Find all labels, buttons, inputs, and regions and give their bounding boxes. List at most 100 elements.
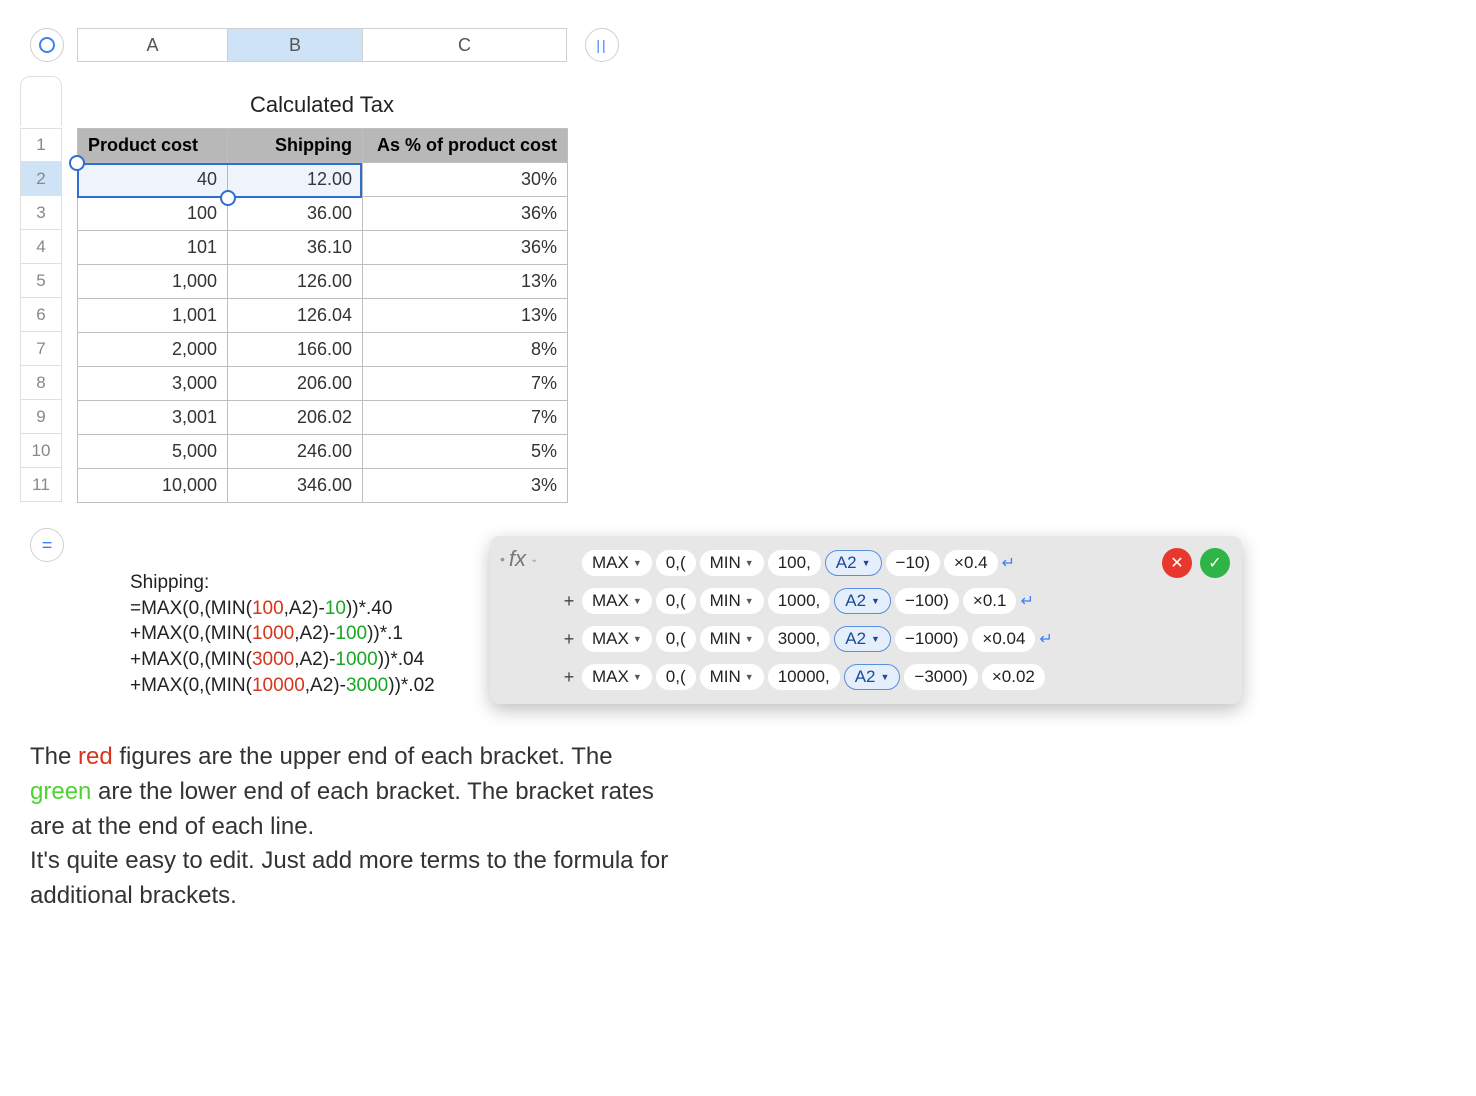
cell-a9[interactable]: 3,001	[78, 401, 228, 435]
cell-c8[interactable]: 7%	[363, 367, 568, 401]
cell-b8[interactable]: 206.00	[228, 367, 363, 401]
formula-editor-panel[interactable]: • fx ⌄ MAX▼ 0,( MIN▼ 100, A2▼ −10) ×0.4 …	[490, 536, 1242, 704]
row-header-2[interactable]: 2	[20, 162, 62, 196]
cell-c10[interactable]: 5%	[363, 435, 568, 469]
formula-cancel-button[interactable]: ✕	[1162, 548, 1192, 578]
dropdown-icon: ▼	[862, 558, 871, 568]
row-header-10[interactable]: 10	[20, 434, 62, 468]
cell-c5[interactable]: 13%	[363, 265, 568, 299]
arg-token[interactable]: 0,(	[656, 664, 696, 690]
row-header-8[interactable]: 8	[20, 366, 62, 400]
cell-ref-token[interactable]: A2▼	[834, 588, 891, 614]
formula-confirm-button[interactable]: ✓	[1200, 548, 1230, 578]
fx-text: fx	[509, 546, 526, 572]
row-header-1[interactable]: 1	[20, 128, 62, 162]
arg-token[interactable]: 1000,	[768, 588, 831, 614]
arg-token[interactable]: 0,(	[656, 550, 696, 576]
cell-c6[interactable]: 13%	[363, 299, 568, 333]
row-header-11[interactable]: 11	[20, 468, 62, 502]
dropdown-icon: ▼	[633, 596, 642, 606]
cell-c11[interactable]: 3%	[363, 469, 568, 503]
cell-b2[interactable]: 12.00	[228, 163, 363, 197]
column-header-a[interactable]: A	[77, 28, 227, 62]
fx-line-1[interactable]: MAX▼ 0,( MIN▼ 100, A2▼ −10) ×0.4 ↵	[560, 544, 1152, 582]
arg-token[interactable]: ×0.02	[982, 664, 1045, 690]
cell-b3[interactable]: 36.00	[228, 197, 363, 231]
header-percent[interactable]: As % of product cost	[363, 129, 568, 163]
arg-token[interactable]: −100)	[895, 588, 959, 614]
row-header-7[interactable]: 7	[20, 332, 62, 366]
cell-ref-token[interactable]: A2▼	[844, 664, 901, 690]
arg-token[interactable]: −3000)	[904, 664, 977, 690]
row-header-6[interactable]: 6	[20, 298, 62, 332]
arg-token[interactable]: ×0.4	[944, 550, 998, 576]
cell-b4[interactable]: 36.10	[228, 231, 363, 265]
fn-max-token[interactable]: MAX▼	[582, 588, 652, 614]
cell-b11[interactable]: 346.00	[228, 469, 363, 503]
fx-line-3[interactable]: + MAX▼ 0,( MIN▼ 3000, A2▼ −1000) ×0.04 ↵	[560, 620, 1152, 658]
arg-token[interactable]: ×0.1	[963, 588, 1017, 614]
cell-ref-token[interactable]: A2▼	[825, 550, 882, 576]
fx-line-2[interactable]: + MAX▼ 0,( MIN▼ 1000, A2▼ −100) ×0.1 ↵	[560, 582, 1152, 620]
fn-min-token[interactable]: MIN▼	[700, 588, 764, 614]
cell-a5[interactable]: 1,000	[78, 265, 228, 299]
row-header-3[interactable]: 3	[20, 196, 62, 230]
arg-token[interactable]: 0,(	[656, 588, 696, 614]
arg-token[interactable]: 3000,	[768, 626, 831, 652]
cell-a4[interactable]: 101	[78, 231, 228, 265]
row-header-4[interactable]: 4	[20, 230, 62, 264]
column-header-b[interactable]: B	[227, 28, 362, 62]
cell-b5[interactable]: 126.00	[228, 265, 363, 299]
fn-min-token[interactable]: MIN▼	[700, 550, 764, 576]
fx-label[interactable]: • fx ⌄	[500, 546, 538, 572]
arg-token[interactable]: ×0.04	[972, 626, 1035, 652]
cell-ref-token[interactable]: A2▼	[834, 626, 891, 652]
cell-c3[interactable]: 36%	[363, 197, 568, 231]
fx-line-4[interactable]: + MAX▼ 0,( MIN▼ 10000, A2▼ −3000) ×0.02	[560, 658, 1152, 696]
cell-c9[interactable]: 7%	[363, 401, 568, 435]
fn-min-token[interactable]: MIN▼	[700, 664, 764, 690]
cell-a10[interactable]: 5,000	[78, 435, 228, 469]
fn-max-token[interactable]: MAX▼	[582, 664, 652, 690]
cell-b7[interactable]: 166.00	[228, 333, 363, 367]
rows-footer-button[interactable]: =	[30, 528, 64, 562]
cell-a2[interactable]: 40	[78, 163, 228, 197]
select-all-corner[interactable]	[30, 28, 64, 62]
arg-token[interactable]: 10000,	[768, 664, 840, 690]
cell-a8[interactable]: 3,000	[78, 367, 228, 401]
row-header-tab[interactable]	[20, 76, 62, 126]
fn-max-token[interactable]: MAX▼	[582, 626, 652, 652]
cell-a3[interactable]: 100	[78, 197, 228, 231]
cell-c4[interactable]: 36%	[363, 231, 568, 265]
arg-token[interactable]: −10)	[886, 550, 941, 576]
cell-a11[interactable]: 10,000	[78, 469, 228, 503]
cell-a6[interactable]: 1,001	[78, 299, 228, 333]
check-icon: ✓	[1208, 553, 1221, 573]
header-shipping[interactable]: Shipping	[228, 129, 363, 163]
explanation-text: The red figures are the upper end of eac…	[30, 740, 670, 914]
cell-b10[interactable]: 246.00	[228, 435, 363, 469]
cell-a7[interactable]: 2,000	[78, 333, 228, 367]
table-title[interactable]: Calculated Tax	[77, 92, 567, 118]
row-headers: 1 2 3 4 5 6 7 8 9 10 11	[20, 128, 62, 502]
row-header-9[interactable]: 9	[20, 400, 62, 434]
arg-token[interactable]: −1000)	[895, 626, 968, 652]
column-header-c[interactable]: C	[362, 28, 567, 62]
columns-pause-button[interactable]: ||	[585, 28, 619, 62]
cell-b9[interactable]: 206.02	[228, 401, 363, 435]
header-product-cost[interactable]: Product cost	[78, 129, 228, 163]
formula-title: Shipping:	[130, 570, 435, 596]
dropdown-icon: ▼	[745, 596, 754, 606]
bullet-icon: •	[500, 551, 505, 567]
arg-token[interactable]: 0,(	[656, 626, 696, 652]
row-header-5[interactable]: 5	[20, 264, 62, 298]
dropdown-icon: ▼	[881, 672, 890, 682]
cell-c7[interactable]: 8%	[363, 333, 568, 367]
fn-max-token[interactable]: MAX▼	[582, 550, 652, 576]
cell-b6[interactable]: 126.04	[228, 299, 363, 333]
pause-icon: ||	[596, 37, 607, 53]
fn-min-token[interactable]: MIN▼	[700, 626, 764, 652]
circle-icon	[39, 37, 55, 53]
cell-c2[interactable]: 30%	[363, 163, 568, 197]
arg-token[interactable]: 100,	[768, 550, 821, 576]
